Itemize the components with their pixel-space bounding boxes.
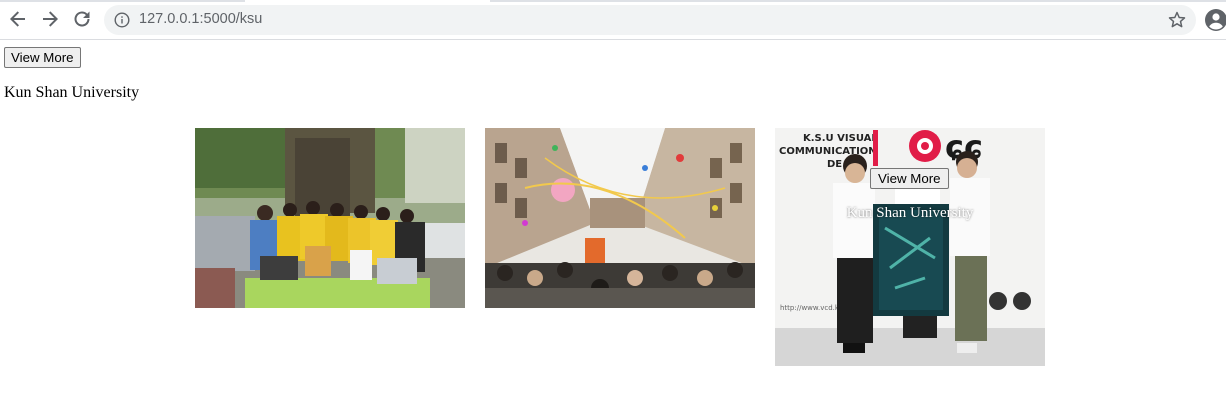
arrow-right-icon	[43, 11, 58, 27]
poster-url-text: http://www.vcd.ks	[780, 304, 843, 312]
poster-sign-line2: COMMUNICATION	[779, 146, 877, 157]
gallery-image-students-under-tree[interactable]	[195, 128, 465, 308]
overlay-caption: Kun Shan University	[846, 205, 974, 221]
tab-strip-edge	[0, 0, 1226, 2]
page-heading: Kun Shan University	[4, 84, 140, 101]
url-text[interactable]: 127.0.0.1:5000/ksu	[139, 11, 262, 27]
visual-communication-poster-photo: K.S.U VISUAL COMMUNICATION DE ɕɕ http://…	[775, 128, 1045, 366]
star-icon[interactable]	[1167, 10, 1187, 30]
forward-button[interactable]	[39, 8, 61, 30]
celebration-courtyard-photo	[485, 128, 755, 308]
info-icon[interactable]	[114, 12, 130, 28]
account-circle-icon[interactable]	[1204, 8, 1226, 32]
address-bar[interactable]: 127.0.0.1:5000/ksu	[104, 5, 1196, 35]
students-under-tree-photo	[195, 128, 465, 308]
overlay-view-more-button[interactable]: View More	[870, 168, 949, 189]
poster-sign-line1: K.S.U VISUAL	[803, 133, 878, 144]
reload-icon	[74, 11, 90, 27]
gallery-image-celebration-courtyard[interactable]	[485, 128, 755, 308]
reload-button[interactable]	[71, 8, 93, 30]
active-tab-edge	[245, 0, 490, 2]
view-more-button[interactable]: View More	[4, 47, 81, 68]
browser-toolbar: 127.0.0.1:5000/ksu	[0, 0, 1226, 40]
back-button[interactable]	[7, 8, 29, 30]
gallery-image-visual-communication-poster[interactable]: K.S.U VISUAL COMMUNICATION DE ɕɕ http://…	[775, 128, 1045, 366]
arrow-left-icon	[10, 11, 25, 27]
poster-sign-line3: DE	[827, 159, 842, 170]
